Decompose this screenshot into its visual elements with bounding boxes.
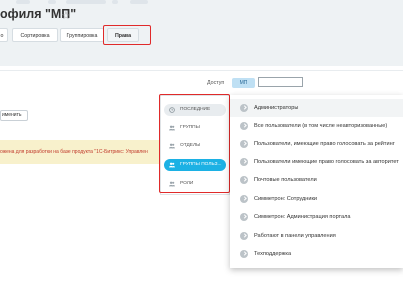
picker-category-label: отделы: [180, 143, 201, 148]
picker-item[interactable]: Почтовые пользователи: [230, 171, 403, 189]
users-icon: [169, 125, 175, 131]
access-chip[interactable]: МП: [232, 78, 255, 88]
apply-button[interactable]: именить: [0, 110, 28, 121]
users-icon: [169, 181, 175, 187]
picker-item[interactable]: Пользователи, имеющие право голосовать з…: [230, 135, 403, 153]
arrow-right-icon: [240, 158, 248, 166]
clock-icon: [169, 107, 175, 113]
tab-previous[interactable]: о: [0, 28, 8, 42]
picker-category-roles[interactable]: роли: [164, 178, 226, 190]
picker-item[interactable]: Симметрон: Администрация портала: [230, 208, 403, 226]
picker-item[interactable]: Все пользователи (в том числе неавторизо…: [230, 117, 403, 135]
picker-item[interactable]: Техподдержка: [230, 245, 403, 263]
divider: [0, 70, 403, 71]
picker-item[interactable]: Работают в панели управления: [230, 227, 403, 245]
picker-category-label: последние: [180, 107, 211, 112]
tab-sorting[interactable]: Сортировка: [12, 28, 58, 42]
picker-category-groups[interactable]: группы: [164, 122, 226, 134]
picker-category-departments[interactable]: отделы: [164, 140, 226, 152]
arrow-right-icon: [240, 195, 248, 203]
tab-grouping[interactable]: Группировка: [60, 28, 104, 42]
picker-item[interactable]: Пользователи имеющие право голосовать за…: [230, 153, 403, 171]
users-icon: [169, 143, 175, 149]
arrow-right-icon: [240, 250, 248, 258]
arrow-right-icon: [240, 232, 248, 240]
notice-text: ожена для разработки на базе продукта "1…: [0, 149, 148, 155]
breadcrumb: [0, 0, 403, 5]
tab-rights[interactable]: Права: [107, 28, 139, 42]
picker-category-label: группы: [180, 125, 200, 130]
arrow-right-icon: [240, 213, 248, 221]
access-label: Доступ: [207, 80, 225, 86]
picker-category-user-groups[interactable]: группы польз...: [164, 159, 226, 171]
picker-item[interactable]: Администраторы: [230, 99, 403, 117]
picker-category-recent[interactable]: последние: [164, 104, 226, 116]
users-icon: [169, 162, 175, 168]
picker-item[interactable]: Симметрон: Сотрудники: [230, 190, 403, 208]
star-outline-icon[interactable]: ☆: [61, 9, 71, 22]
arrow-right-icon: [240, 176, 248, 184]
picker-category-label: роли: [180, 181, 194, 186]
arrow-right-icon: [240, 104, 248, 112]
access-input[interactable]: [258, 77, 303, 87]
picker-category-label: группы польз...: [180, 162, 222, 167]
arrow-right-icon: [240, 140, 248, 148]
arrow-right-icon: [240, 122, 248, 130]
